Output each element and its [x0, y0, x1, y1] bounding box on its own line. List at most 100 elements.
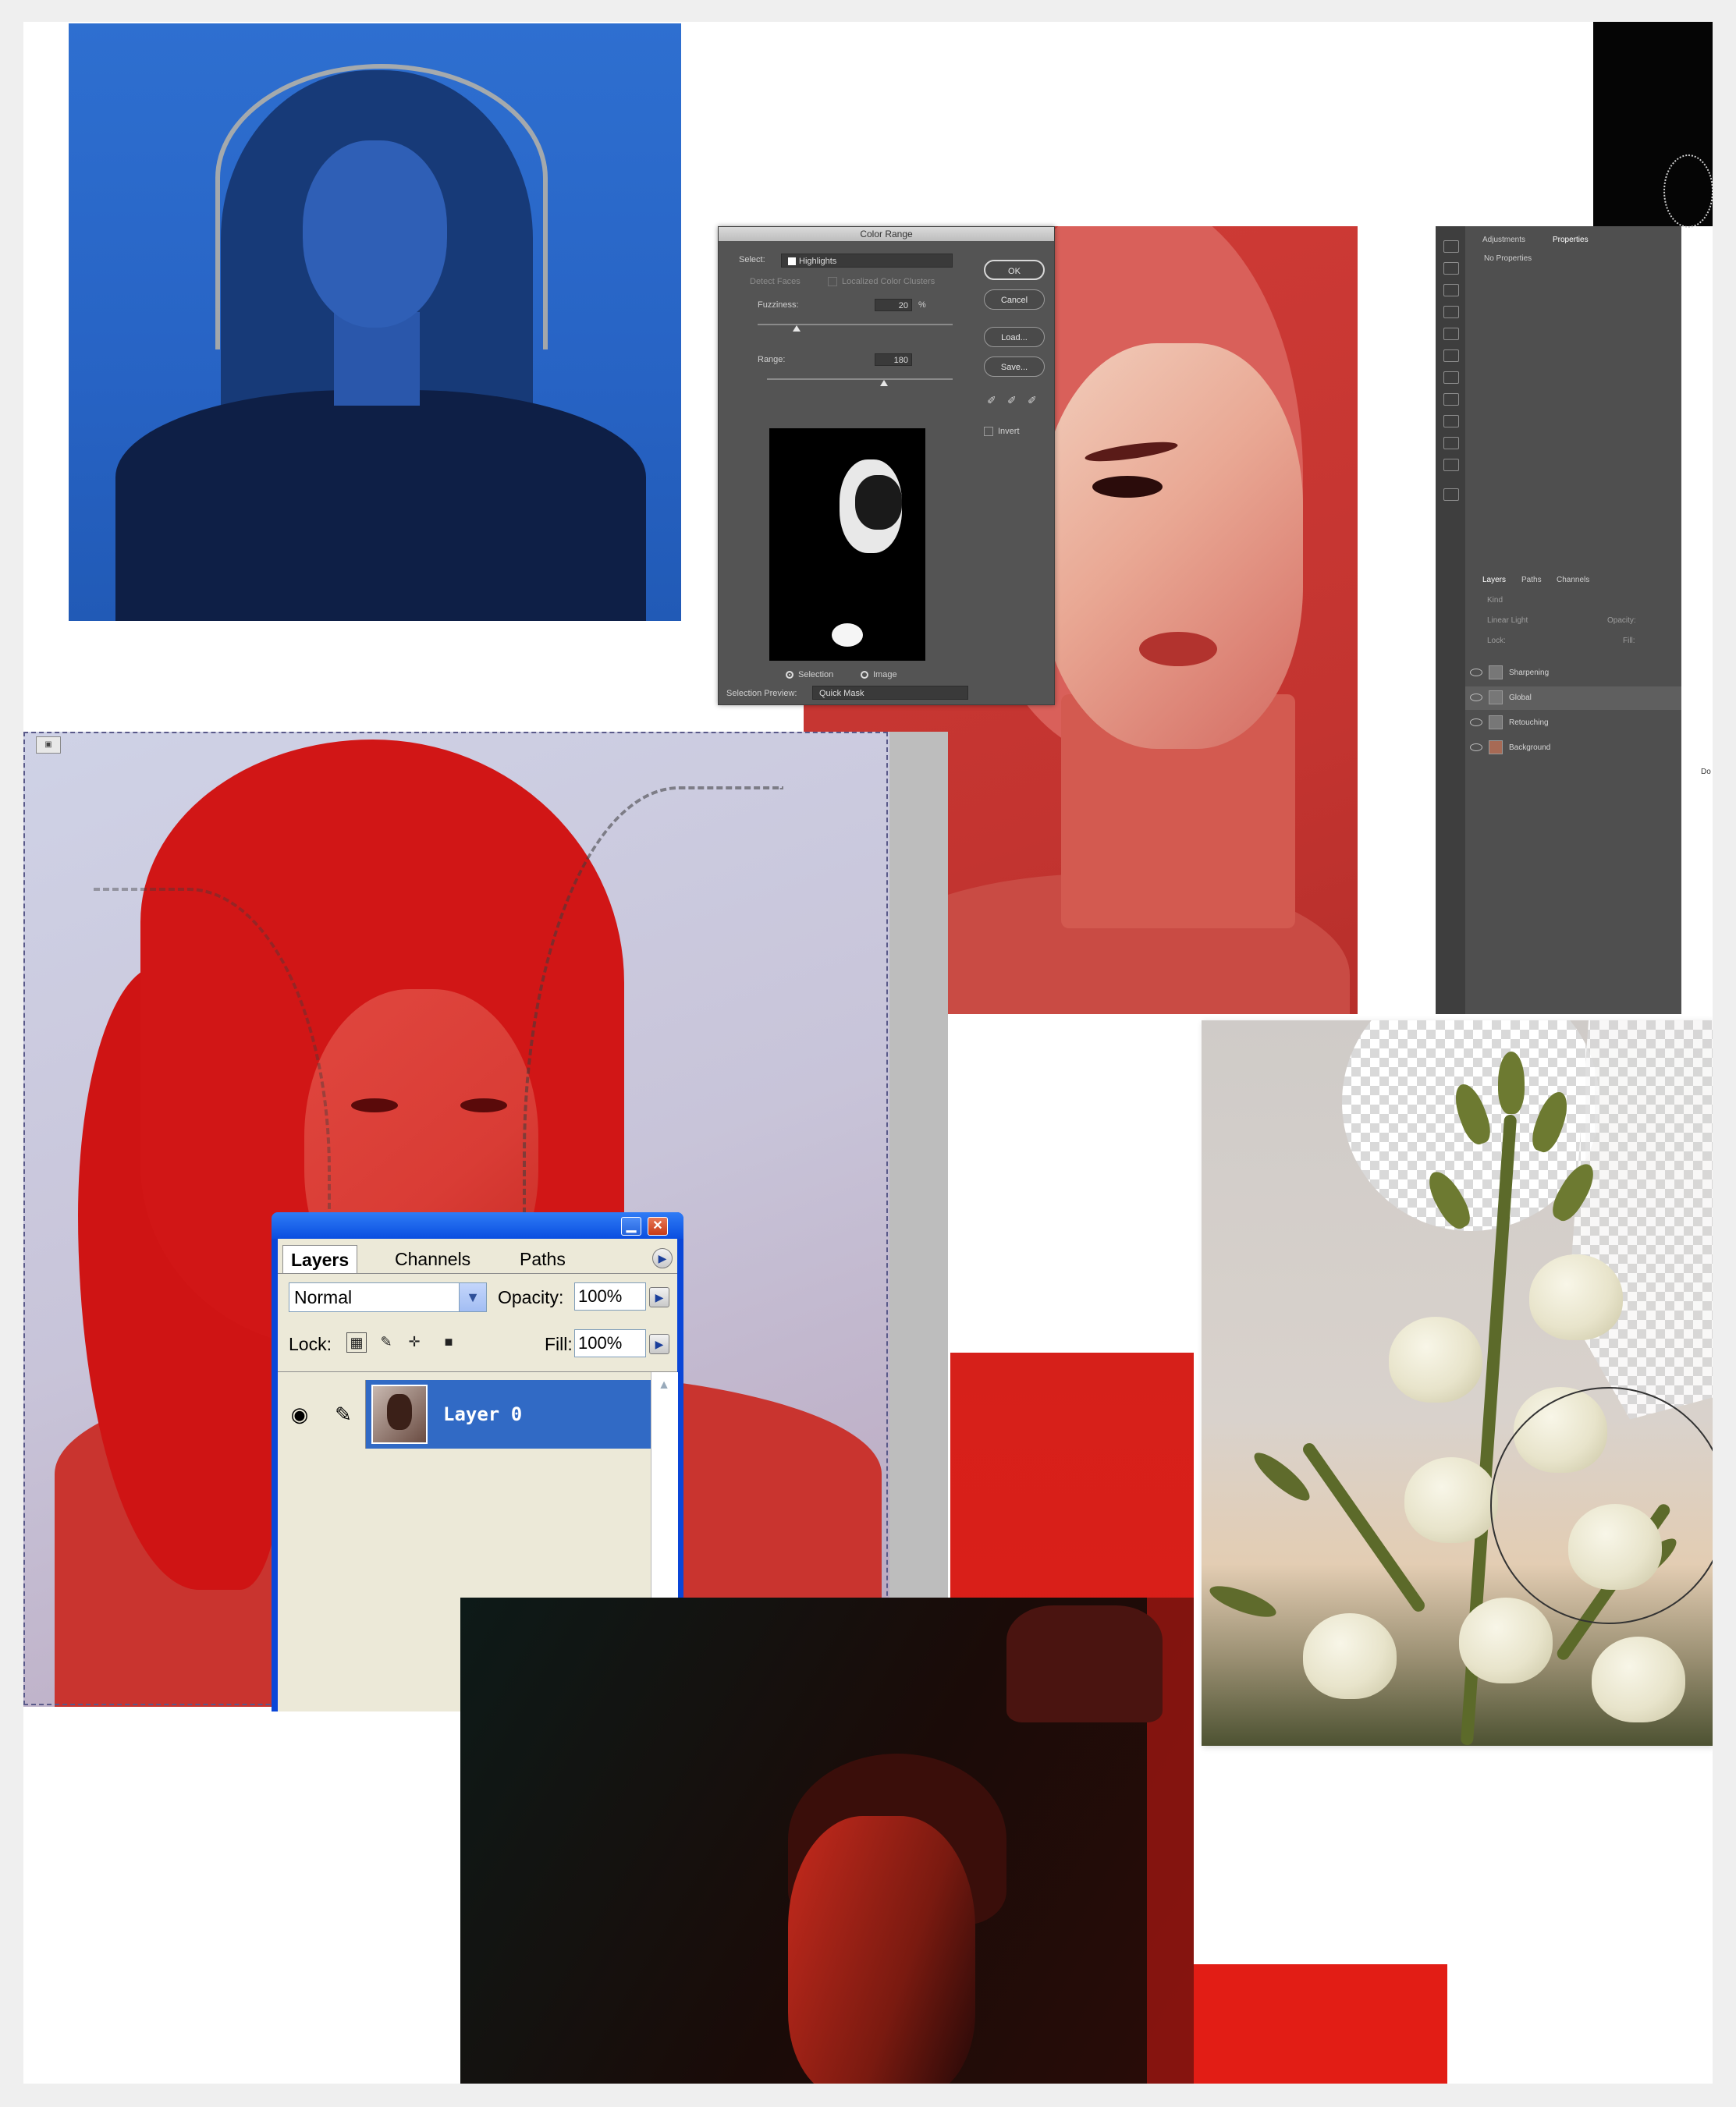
lock-transparency-icon[interactable]: ▦ [346, 1332, 367, 1353]
detect-faces-label: Detect Faces [750, 277, 801, 286]
blend-mode[interactable]: Linear Light [1487, 616, 1528, 625]
face [1038, 343, 1303, 749]
tool-icon[interactable] [1443, 262, 1459, 275]
highlight-swatch-icon [788, 257, 796, 266]
eyedropper-icon[interactable]: ✐ [987, 394, 996, 407]
layer-row[interactable]: Global [1465, 686, 1681, 710]
layer-row[interactable]: Sharpening [1465, 662, 1681, 685]
radio-image-dot [861, 671, 868, 679]
tab-layers[interactable]: Layers [1482, 576, 1506, 584]
lock-position-icon[interactable]: ✛ [404, 1332, 424, 1353]
tool-icon[interactable] [1443, 415, 1459, 427]
eye-icon[interactable] [1470, 669, 1482, 677]
layer-thumbnail [1489, 690, 1503, 705]
eyedropper-minus-icon[interactable]: ✐ [1028, 394, 1037, 407]
tool-icon[interactable] [1443, 240, 1459, 253]
tool-icon[interactable] [1443, 371, 1459, 384]
eye-icon[interactable] [1470, 743, 1482, 752]
fuzziness-slider-thumb[interactable] [793, 325, 801, 332]
tool-icon[interactable] [1443, 328, 1459, 340]
tool-icon[interactable] [1443, 284, 1459, 296]
tool-icon[interactable] [1443, 437, 1459, 449]
layer-row[interactable]: ◉ ✎ Layer 0 [278, 1380, 651, 1449]
range-field[interactable]: 180 [875, 353, 912, 366]
chevron-down-icon[interactable]: ▼ [459, 1283, 486, 1311]
red-block-bottom [1194, 1964, 1447, 2084]
photoshop-side-panel: Adjustments Properties No Properties Lay… [1436, 226, 1681, 1014]
layer-thumbnail [371, 1385, 428, 1444]
eye [1092, 476, 1163, 498]
layer-name: Retouching [1509, 718, 1549, 727]
eye-icon[interactable] [1470, 718, 1482, 727]
close-button[interactable]: ✕ [648, 1217, 668, 1236]
tab-channels[interactable]: Channels [387, 1245, 478, 1273]
color-range-dialog: Color Range Select: Highlights Detect Fa… [718, 226, 1055, 705]
invert-checkbox[interactable] [984, 427, 993, 437]
eye-icon[interactable]: ◉ [278, 1380, 322, 1449]
invert-label: Invert [998, 427, 1020, 436]
range-slider[interactable] [767, 378, 953, 380]
radio-image-label: Image [873, 670, 897, 679]
select-label: Select: [739, 255, 765, 264]
lock-label: Lock: [1487, 637, 1506, 645]
tool-icon[interactable] [1443, 306, 1459, 318]
canvas-gutter [889, 732, 948, 1707]
blend-mode-select[interactable]: Normal ▼ [289, 1282, 487, 1312]
tab-paths[interactable]: Paths [512, 1245, 573, 1273]
layer-row[interactable]: Retouching [1465, 711, 1681, 735]
localized-checkbox[interactable] [828, 277, 837, 287]
flower-bloom [1592, 1637, 1685, 1722]
lock-paint-icon[interactable]: ✎ [376, 1332, 396, 1353]
hand [1006, 1605, 1163, 1722]
lock-all-icon[interactable]: ■ [438, 1332, 459, 1353]
tab-adjustments[interactable]: Adjustments [1482, 236, 1525, 244]
layer-row[interactable]: Background [1465, 736, 1681, 760]
shoulder-highlight [832, 623, 863, 647]
document-tab[interactable]: Do [1701, 768, 1711, 776]
mask-preview-image [769, 428, 925, 661]
fuzziness-slider[interactable] [758, 324, 953, 325]
eye-icon[interactable] [1470, 693, 1482, 702]
fuzziness-label: Fuzziness: [758, 300, 799, 310]
opacity-field[interactable]: 100% [574, 1282, 646, 1311]
range-slider-thumb[interactable] [880, 380, 888, 386]
tool-icon[interactable] [1443, 459, 1459, 471]
tool-icon[interactable] [1443, 393, 1459, 406]
tool-icon[interactable] [1443, 488, 1459, 501]
radio-image[interactable]: Image [861, 670, 897, 679]
select-value: Highlights [799, 257, 837, 266]
cancel-button[interactable]: Cancel [984, 289, 1045, 310]
tab-layers[interactable]: Layers [282, 1245, 358, 1273]
dark-red-portrait [460, 1598, 1194, 2084]
fuzziness-field[interactable]: 20 [875, 299, 912, 311]
selection-preview-dropdown[interactable]: Quick Mask [812, 686, 968, 700]
localized-label[interactable]: Localized Color Clusters [828, 277, 935, 287]
minimize-button[interactable]: ▁ [621, 1217, 641, 1236]
scroll-up-icon[interactable]: ▲ [655, 1378, 673, 1397]
image-icon[interactable]: ▣ [36, 736, 61, 754]
save-button[interactable]: Save... [984, 356, 1045, 377]
select-dropdown[interactable]: Highlights [781, 254, 953, 268]
ok-button[interactable]: OK [984, 260, 1045, 280]
eyedropper-plus-icon[interactable]: ✐ [1007, 394, 1017, 407]
radio-selection-label: Selection [798, 670, 834, 679]
blend-mode-value: Normal [294, 1287, 353, 1307]
eraser-brush-cursor[interactable] [1490, 1387, 1713, 1624]
tool-icon[interactable] [1443, 349, 1459, 362]
tab-channels[interactable]: Channels [1557, 576, 1589, 584]
fuzziness-unit: % [918, 300, 926, 310]
hair-strands [1663, 154, 1713, 228]
opacity-slider-button[interactable]: ▶ [649, 1287, 669, 1307]
kind-filter[interactable]: Kind [1487, 596, 1503, 605]
load-button[interactable]: Load... [984, 327, 1045, 347]
fill-slider-button[interactable]: ▶ [649, 1334, 669, 1354]
tab-properties[interactable]: Properties [1553, 236, 1589, 244]
fill-field[interactable]: 100% [574, 1329, 646, 1357]
radio-selection[interactable]: Selection [786, 670, 833, 679]
tool-strip [1436, 226, 1465, 1014]
palette-menu-button[interactable]: ▶ [652, 1248, 673, 1268]
brush-icon[interactable]: ✎ [321, 1380, 366, 1449]
tab-paths[interactable]: Paths [1521, 576, 1542, 584]
invert-option[interactable]: Invert [984, 427, 1020, 437]
shirt [115, 390, 646, 621]
